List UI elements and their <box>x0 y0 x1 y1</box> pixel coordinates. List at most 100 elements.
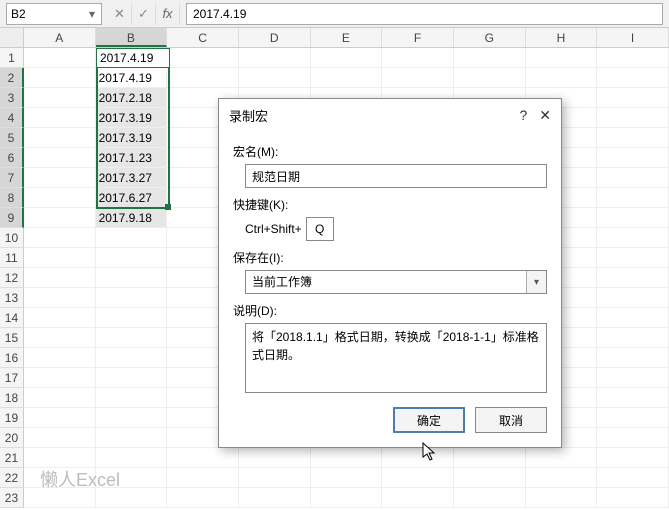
cell[interactable] <box>597 248 669 268</box>
row-header[interactable]: 11 <box>0 248 24 268</box>
row-header[interactable]: 5 <box>0 128 24 148</box>
cell[interactable] <box>597 328 669 348</box>
cell[interactable] <box>239 468 311 488</box>
cell[interactable] <box>597 188 669 208</box>
cell[interactable] <box>96 268 168 288</box>
cell[interactable] <box>526 488 598 508</box>
cell[interactable] <box>239 68 311 88</box>
cell[interactable] <box>239 48 311 68</box>
cell[interactable] <box>24 248 96 268</box>
cell[interactable] <box>454 68 526 88</box>
cell[interactable] <box>382 68 454 88</box>
cell[interactable] <box>454 488 526 508</box>
cell[interactable] <box>24 448 96 468</box>
row-header[interactable]: 19 <box>0 408 24 428</box>
cell[interactable] <box>24 148 96 168</box>
cell[interactable] <box>96 388 168 408</box>
column-header[interactable]: F <box>382 28 454 47</box>
row-header[interactable]: 21 <box>0 448 24 468</box>
cell[interactable] <box>24 48 96 68</box>
row-header[interactable]: 20 <box>0 428 24 448</box>
row-header[interactable]: 4 <box>0 108 24 128</box>
row-header[interactable]: 17 <box>0 368 24 388</box>
cell[interactable] <box>24 328 96 348</box>
cell[interactable] <box>526 468 598 488</box>
shortcut-key-input[interactable] <box>306 217 334 241</box>
cell[interactable] <box>311 488 383 508</box>
cell[interactable] <box>239 488 311 508</box>
cell[interactable] <box>526 68 598 88</box>
store-in-combobox[interactable]: 当前工作簿 ▾ <box>245 270 547 294</box>
cancel-button[interactable]: 取消 <box>475 407 547 433</box>
cell[interactable] <box>24 68 96 88</box>
cell[interactable] <box>167 448 239 468</box>
cell[interactable] <box>96 428 168 448</box>
row-header[interactable]: 6 <box>0 148 24 168</box>
cell[interactable] <box>382 448 454 468</box>
cell[interactable]: 2017.4.19 <box>96 68 168 88</box>
row-header[interactable]: 13 <box>0 288 24 308</box>
cell[interactable] <box>597 48 669 68</box>
cell[interactable] <box>311 468 383 488</box>
cell[interactable] <box>96 308 168 328</box>
column-header[interactable]: H <box>526 28 598 47</box>
row-header[interactable]: 2 <box>0 68 24 88</box>
row-header[interactable]: 9 <box>0 208 24 228</box>
cell[interactable] <box>311 68 383 88</box>
row-header[interactable]: 15 <box>0 328 24 348</box>
column-header[interactable]: C <box>167 28 239 47</box>
active-cell[interactable]: 2017.4.19 <box>96 48 170 68</box>
cell[interactable] <box>24 128 96 148</box>
cell[interactable] <box>454 48 526 68</box>
cell[interactable]: 2017.9.18 <box>96 208 168 228</box>
cell[interactable] <box>24 228 96 248</box>
cell[interactable] <box>597 448 669 468</box>
cell[interactable] <box>597 368 669 388</box>
cell[interactable] <box>167 48 239 68</box>
fx-icon[interactable]: fx <box>156 3 180 25</box>
cell[interactable] <box>96 288 168 308</box>
cell[interactable] <box>24 108 96 128</box>
cell[interactable] <box>382 488 454 508</box>
cell[interactable] <box>24 268 96 288</box>
cell[interactable] <box>597 348 669 368</box>
column-header[interactable]: B <box>96 28 168 47</box>
cell[interactable] <box>239 448 311 468</box>
cell[interactable] <box>597 148 669 168</box>
cell[interactable] <box>597 488 669 508</box>
column-header[interactable]: D <box>239 28 311 47</box>
cell[interactable] <box>597 128 669 148</box>
column-header[interactable]: E <box>311 28 383 47</box>
cell[interactable] <box>167 68 239 88</box>
cell[interactable] <box>96 248 168 268</box>
row-header[interactable]: 14 <box>0 308 24 328</box>
cell[interactable]: 2017.3.19 <box>96 128 168 148</box>
cell[interactable] <box>382 48 454 68</box>
cell[interactable] <box>597 208 669 228</box>
cell[interactable] <box>597 228 669 248</box>
row-header[interactable]: 7 <box>0 168 24 188</box>
cell[interactable] <box>96 448 168 468</box>
cell[interactable] <box>24 168 96 188</box>
cell[interactable] <box>597 88 669 108</box>
cell[interactable] <box>597 168 669 188</box>
cell[interactable] <box>24 208 96 228</box>
cell[interactable] <box>96 228 168 248</box>
row-header[interactable]: 12 <box>0 268 24 288</box>
column-header[interactable]: I <box>597 28 669 47</box>
row-header[interactable]: 8 <box>0 188 24 208</box>
cell[interactable] <box>167 488 239 508</box>
macro-name-input[interactable] <box>245 164 547 188</box>
cell[interactable]: 2017.2.18 <box>96 88 168 108</box>
cell[interactable] <box>597 308 669 328</box>
cell[interactable] <box>96 328 168 348</box>
cell[interactable] <box>597 268 669 288</box>
column-header[interactable]: A <box>24 28 96 47</box>
cell[interactable] <box>597 388 669 408</box>
row-header[interactable]: 16 <box>0 348 24 368</box>
column-header[interactable]: G <box>454 28 526 47</box>
name-box[interactable]: B2 ▾ <box>6 3 102 25</box>
cancel-icon[interactable]: ✕ <box>108 3 132 25</box>
row-header[interactable]: 10 <box>0 228 24 248</box>
cell[interactable] <box>526 448 598 468</box>
